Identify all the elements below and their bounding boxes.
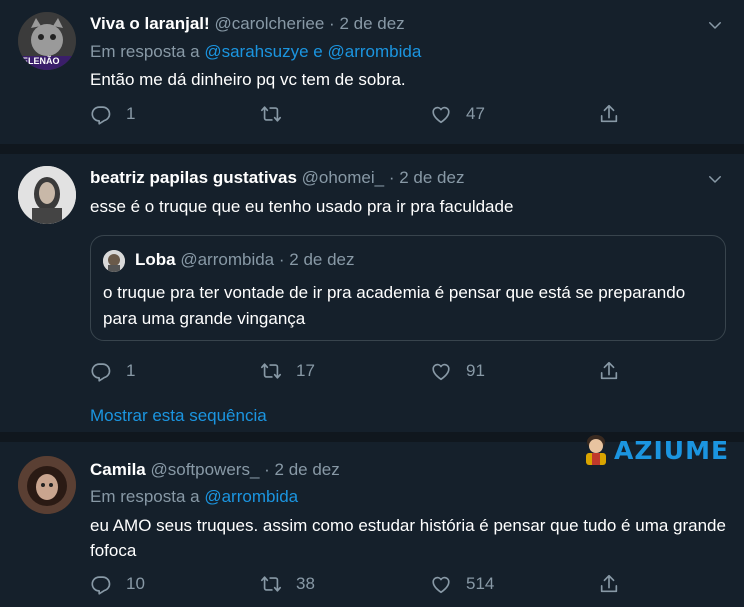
share-button[interactable]	[598, 573, 634, 595]
dot-separator: ·	[329, 14, 335, 33]
reply-prefix: Em resposta a	[90, 487, 200, 506]
retweet-button[interactable]: 38	[260, 573, 315, 595]
separator	[0, 144, 744, 154]
quoted-text: o truque pra ter vontade de ir pra acade…	[103, 283, 686, 328]
reply-prefix: Em resposta a	[90, 42, 200, 61]
tweet-date[interactable]: 2 de dez	[275, 460, 340, 479]
reply-button[interactable]: 1	[90, 360, 135, 382]
reply-join: e	[313, 42, 323, 61]
quoted-tweet[interactable]: Loba @arrombida · 2 de dez o truque pra …	[90, 235, 726, 341]
heart-icon	[430, 360, 452, 382]
quoted-date: 2 de dez	[289, 250, 355, 269]
avatar-image	[103, 250, 125, 272]
like-button[interactable]: 91	[430, 360, 485, 382]
show-thread-link[interactable]: Mostrar esta sequência	[90, 406, 267, 426]
tweet-header: beatriz papilas gustativas @ohomei_ · 2 …	[90, 168, 464, 188]
dot-separator: ·	[388, 168, 395, 187]
share-icon	[598, 573, 620, 595]
share-icon	[598, 103, 620, 125]
reply-count: 1	[126, 104, 136, 123]
reply-count: 1	[126, 361, 136, 380]
tweet-text: esse é o truque que eu tenho usado pra i…	[90, 197, 514, 216]
tweet-actions: 1 17 91	[90, 360, 650, 386]
reply-mention[interactable]: @arrombida	[327, 42, 421, 61]
reply-context: Em resposta a @sarahsuzye e @arrombida	[90, 42, 421, 62]
tweet-date[interactable]: 2 de dez	[339, 14, 404, 33]
avatar[interactable]: ELENÃO	[18, 12, 76, 70]
share-button[interactable]	[598, 103, 634, 125]
chevron-down-icon[interactable]	[706, 170, 724, 188]
reply-context: Em resposta a @arrombida	[90, 487, 298, 507]
retweet-count: 17	[296, 361, 315, 380]
like-button[interactable]: 47	[430, 103, 485, 125]
heart-icon	[430, 573, 452, 595]
tweet-header: Camila @softpowers_ · 2 de dez	[90, 460, 340, 480]
tweet-text: eu AMO seus truques. assim como estudar …	[90, 516, 726, 560]
reply-icon	[90, 573, 112, 595]
dot-separator: ·	[278, 250, 285, 269]
retweet-icon	[260, 103, 282, 125]
quoted-avatar	[103, 250, 125, 272]
retweet-count: 38	[296, 574, 315, 593]
retweet-icon	[260, 360, 282, 382]
author-name[interactable]: beatriz papilas gustativas	[90, 168, 297, 187]
share-button[interactable]	[598, 360, 634, 382]
tweet-header: Viva o laranjal! @carolcheriee · 2 de de…	[90, 14, 405, 34]
like-count: 47	[466, 104, 485, 123]
tweet-actions: 1 47	[90, 103, 650, 129]
heart-icon	[430, 103, 452, 125]
reply-count: 10	[126, 574, 145, 593]
tweet-text: Então me dá dinheiro pq vc tem de sobra.	[90, 70, 406, 89]
tweet-actions: 10 38 514	[90, 573, 650, 599]
author-handle[interactable]: @carolcheriee	[214, 14, 324, 33]
retweet-icon	[260, 573, 282, 595]
quoted-author-handle: @arrombida	[180, 250, 275, 269]
mascot-icon	[586, 435, 606, 465]
watermark-text: AZIUME	[614, 435, 730, 465]
like-button[interactable]: 514	[430, 573, 494, 595]
reply-icon	[90, 360, 112, 382]
retweet-button[interactable]: 17	[260, 360, 315, 382]
tweet[interactable]: ELENÃO Viva o laranjal! @carolcheriee · …	[0, 0, 744, 142]
share-icon	[598, 360, 620, 382]
dot-separator: ·	[264, 460, 270, 479]
author-name[interactable]: Camila	[90, 460, 146, 479]
chevron-down-icon[interactable]	[706, 16, 724, 34]
reply-mention[interactable]: @sarahsuzye	[204, 42, 308, 61]
reply-icon	[90, 103, 112, 125]
quoted-header: Loba @arrombida · 2 de dez	[135, 250, 355, 270]
avatar-image	[18, 166, 76, 224]
retweet-button[interactable]	[260, 103, 296, 125]
avatar[interactable]	[18, 456, 76, 514]
like-count: 91	[466, 361, 485, 380]
avatar-image	[18, 456, 76, 514]
tweet-date[interactable]: 2 de dez	[399, 168, 464, 187]
reply-button[interactable]: 1	[90, 103, 135, 125]
avatar[interactable]	[18, 166, 76, 224]
watermark-logo: AZIUME	[578, 430, 729, 470]
author-name[interactable]: Viva o laranjal!	[90, 14, 210, 33]
tweet[interactable]: beatriz papilas gustativas @ohomei_ · 2 …	[0, 154, 744, 432]
reply-mention[interactable]: @arrombida	[204, 487, 298, 506]
author-handle[interactable]: @ohomei_	[302, 168, 384, 187]
reply-button[interactable]: 10	[90, 573, 145, 595]
avatar-badge: ELENÃO	[22, 56, 60, 66]
author-handle[interactable]: @softpowers_	[150, 460, 259, 479]
quoted-author-name: Loba	[135, 250, 176, 269]
like-count: 514	[466, 574, 495, 593]
